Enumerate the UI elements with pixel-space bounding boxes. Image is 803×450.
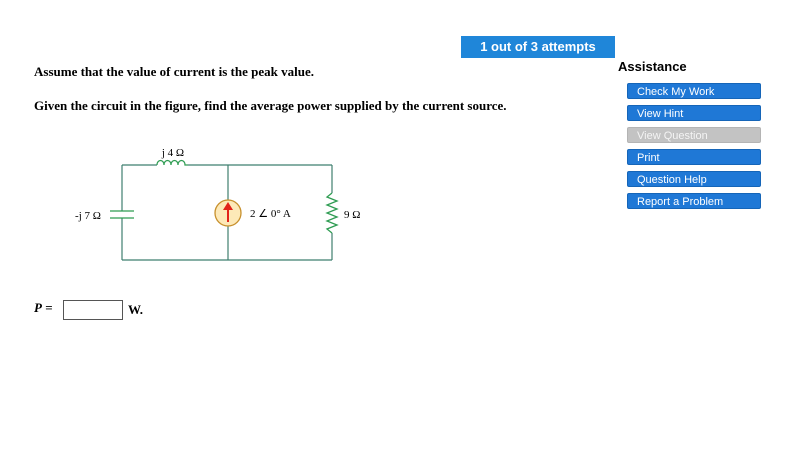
question-text-2: Given the circuit in the figure, find th… <box>34 98 507 113</box>
view-hint-button[interactable]: View Hint <box>627 105 761 121</box>
report-a-problem-button[interactable]: Report a Problem <box>627 193 761 209</box>
source-label: 2 ∠ 0° A <box>250 208 291 220</box>
answer-variable: P <box>34 300 42 315</box>
print-button[interactable]: Print <box>627 149 761 165</box>
question-help-button[interactable]: Question Help <box>627 171 761 187</box>
attempts-badge: 1 out of 3 attempts <box>461 36 615 58</box>
capacitor-label: -j 7 Ω <box>75 210 101 222</box>
circuit-diagram: j 4 Ω -j 7 Ω 2 ∠ 0° A 9 Ω <box>75 147 360 261</box>
inductor-label: j 4 Ω <box>161 147 184 159</box>
inductor-icon <box>156 159 188 166</box>
view-question-button: View Question <box>627 127 761 143</box>
capacitor-icon <box>110 210 134 219</box>
answer-equals: = <box>45 300 53 315</box>
answer-units: W. <box>128 302 144 317</box>
resistor-icon <box>325 192 339 234</box>
answer-input[interactable] <box>63 300 123 320</box>
check-my-work-button[interactable]: Check My Work <box>627 83 761 99</box>
question-text-1: Assume that the value of current is the … <box>34 64 314 79</box>
resistor-label: 9 Ω <box>344 209 360 221</box>
assistance-title: Assistance <box>618 59 687 74</box>
answer-label: P = <box>34 300 53 316</box>
